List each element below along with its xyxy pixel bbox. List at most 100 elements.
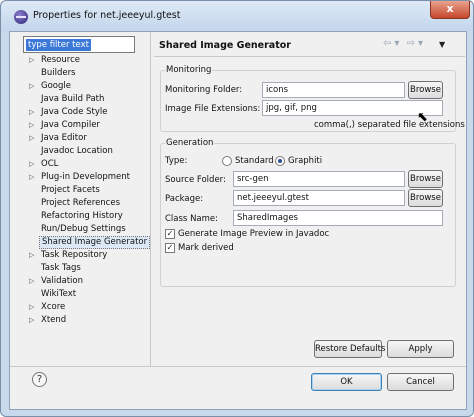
expand-arrow-icon[interactable]: ▷ bbox=[29, 275, 34, 288]
tree-item-task-tags[interactable]: Task Tags bbox=[10, 262, 150, 275]
filter-placeholder: type filter text bbox=[26, 39, 91, 51]
expand-arrow-icon[interactable]: ▷ bbox=[29, 314, 34, 327]
type-graphiti-label: Graphiti bbox=[288, 156, 323, 166]
tree-item-label: Java Code Style bbox=[41, 107, 108, 117]
eclipse-icon bbox=[14, 10, 28, 24]
tree-item-label: Java Compiler bbox=[41, 120, 100, 130]
tree-item-label: Java Editor bbox=[41, 133, 87, 143]
apply-button[interactable]: Apply bbox=[387, 340, 454, 358]
extensions-hint: comma(,) separated file extensions bbox=[314, 120, 465, 130]
class-name-field[interactable]: SharedImages bbox=[233, 210, 443, 226]
source-folder-browse-button[interactable]: Browse bbox=[408, 170, 443, 188]
preview-checkbox[interactable]: ✓ bbox=[165, 229, 175, 239]
tree-item-label: Builders bbox=[41, 68, 76, 78]
expand-arrow-icon[interactable]: ▷ bbox=[29, 80, 34, 93]
tree-item-label: OCL bbox=[41, 159, 59, 169]
tree-item-label: Xcore bbox=[41, 302, 66, 312]
view-menu-icon[interactable]: ▼ bbox=[439, 40, 445, 49]
tree-item-label: Google bbox=[41, 81, 71, 91]
tree-item-project-facets[interactable]: Project Facets bbox=[10, 184, 150, 197]
page-title: Shared Image Generator bbox=[159, 40, 291, 51]
derived-checkbox-label: Mark derived bbox=[178, 243, 234, 253]
forward-arrow-icon[interactable]: ⇨ bbox=[407, 38, 416, 49]
tree-item-label: Task Repository bbox=[41, 250, 108, 260]
tree-item-resource[interactable]: ▷ Resource bbox=[10, 54, 150, 67]
tree-item-label: Project References bbox=[41, 198, 121, 208]
type-standard-radio[interactable] bbox=[222, 156, 232, 166]
type-standard-label: Standard bbox=[235, 156, 274, 166]
properties-dialog: Properties for net.jeeeyul.gtest x type … bbox=[0, 0, 474, 417]
monitoring-browse-button[interactable]: Browse bbox=[408, 81, 443, 99]
tree-item-label: Refactoring History bbox=[41, 211, 123, 221]
monitoring-group-label: Monitoring bbox=[165, 65, 213, 75]
tree-item-ocl[interactable]: ▷ OCL bbox=[10, 158, 150, 171]
tree-item-validation[interactable]: ▷ Validation bbox=[10, 275, 150, 288]
tree-item-java-editor[interactable]: ▷ Java Editor bbox=[10, 132, 150, 145]
back-menu-icon[interactable]: ▾ bbox=[394, 38, 400, 49]
expand-arrow-icon[interactable]: ▷ bbox=[29, 171, 34, 184]
tree-item-wikitext[interactable]: WikiText bbox=[10, 288, 150, 301]
help-icon[interactable]: ? bbox=[32, 372, 47, 387]
sash[interactable] bbox=[150, 32, 151, 366]
title-divider bbox=[154, 56, 465, 57]
title-bar[interactable]: Properties for net.jeeeyul.gtest x bbox=[1, 1, 473, 31]
generation-group-label: Generation bbox=[165, 138, 215, 148]
type-graphiti-radio[interactable] bbox=[275, 156, 285, 166]
expand-arrow-icon[interactable]: ▷ bbox=[29, 106, 34, 119]
derived-checkbox[interactable]: ✓ bbox=[165, 243, 175, 253]
monitoring-folder-field[interactable]: icons bbox=[262, 82, 405, 98]
tree-item-xcore[interactable]: ▷ Xcore bbox=[10, 301, 150, 314]
package-label: Package: bbox=[165, 194, 204, 204]
tree-item-label: Javadoc Location bbox=[41, 146, 113, 156]
cancel-button[interactable]: Cancel bbox=[387, 373, 454, 391]
tree-item-builders[interactable]: Builders bbox=[10, 67, 150, 80]
tree-item-label: Resource bbox=[41, 55, 80, 65]
class-name-label: Class Name: bbox=[165, 214, 219, 224]
tree-item-plug-in-development[interactable]: ▷ Plug-in Development bbox=[10, 171, 150, 184]
preview-checkbox-label: Generate Image Preview in Javadoc bbox=[178, 229, 330, 239]
tree-item-javadoc-location[interactable]: Javadoc Location bbox=[10, 145, 150, 158]
tree-item-label: Task Tags bbox=[41, 263, 81, 273]
restore-defaults-button[interactable]: Restore Defaults bbox=[314, 340, 385, 358]
expand-arrow-icon[interactable]: ▷ bbox=[29, 132, 34, 145]
tree-item-label: Project Facets bbox=[41, 185, 100, 195]
expand-arrow-icon[interactable]: ▷ bbox=[29, 249, 34, 262]
page-navigation: ⇦ ▾ ⇨ ▾ bbox=[383, 38, 426, 49]
tree-item-shared-image-generator[interactable]: Shared Image Generator bbox=[10, 236, 151, 249]
expand-arrow-icon[interactable]: ▷ bbox=[29, 54, 34, 67]
mouse-cursor-icon: ⬉ bbox=[417, 110, 428, 125]
tree-item-label: Shared Image Generator bbox=[39, 236, 151, 249]
window-title: Properties for net.jeeeyul.gtest bbox=[33, 10, 181, 21]
tree-item-java-compiler[interactable]: ▷ Java Compiler bbox=[10, 119, 150, 132]
package-field[interactable]: net.jeeeyul.gtest bbox=[233, 190, 405, 206]
package-browse-button[interactable]: Browse bbox=[408, 189, 443, 207]
close-button[interactable]: x bbox=[430, 1, 470, 19]
monitoring-folder-label: Monitoring Folder: bbox=[165, 85, 243, 95]
tree-item-label: Xtend bbox=[41, 315, 67, 325]
tree-item-label: Java Build Path bbox=[41, 94, 105, 104]
tree-item-task-repository[interactable]: ▷ Task Repository bbox=[10, 249, 150, 262]
extensions-field[interactable]: jpg, gif, png bbox=[262, 100, 443, 116]
expand-arrow-icon[interactable]: ▷ bbox=[29, 301, 34, 314]
source-folder-field[interactable]: src-gen bbox=[233, 171, 405, 187]
tree-item-java-build-path[interactable]: Java Build Path bbox=[10, 93, 150, 106]
tree-item-java-code-style[interactable]: ▷ Java Code Style bbox=[10, 106, 150, 119]
tree-item-run-debug-settings[interactable]: Run/Debug Settings bbox=[10, 223, 150, 236]
extensions-label: Image File Extensions: bbox=[165, 104, 261, 114]
tree-item-xtend[interactable]: ▷ Xtend bbox=[10, 314, 150, 327]
back-arrow-icon[interactable]: ⇦ bbox=[383, 38, 392, 49]
tree-item-project-references[interactable]: Project References bbox=[10, 197, 150, 210]
tree-item-label: Validation bbox=[41, 276, 83, 286]
tree-item-label: WikiText bbox=[41, 289, 77, 299]
expand-arrow-icon[interactable]: ▷ bbox=[29, 158, 34, 171]
expand-arrow-icon[interactable]: ▷ bbox=[29, 119, 34, 132]
tree-item-label: Run/Debug Settings bbox=[41, 224, 126, 234]
forward-menu-icon[interactable]: ▾ bbox=[418, 38, 424, 49]
ok-button[interactable]: OK bbox=[311, 373, 382, 391]
button-bar-divider bbox=[10, 366, 466, 367]
tree-item-google[interactable]: ▷ Google bbox=[10, 80, 150, 93]
tree-item-label: Plug-in Development bbox=[41, 172, 131, 182]
filter-input[interactable]: type filter text bbox=[23, 36, 135, 53]
tree-item-refactoring-history[interactable]: Refactoring History bbox=[10, 210, 150, 223]
type-label: Type: bbox=[165, 156, 188, 166]
